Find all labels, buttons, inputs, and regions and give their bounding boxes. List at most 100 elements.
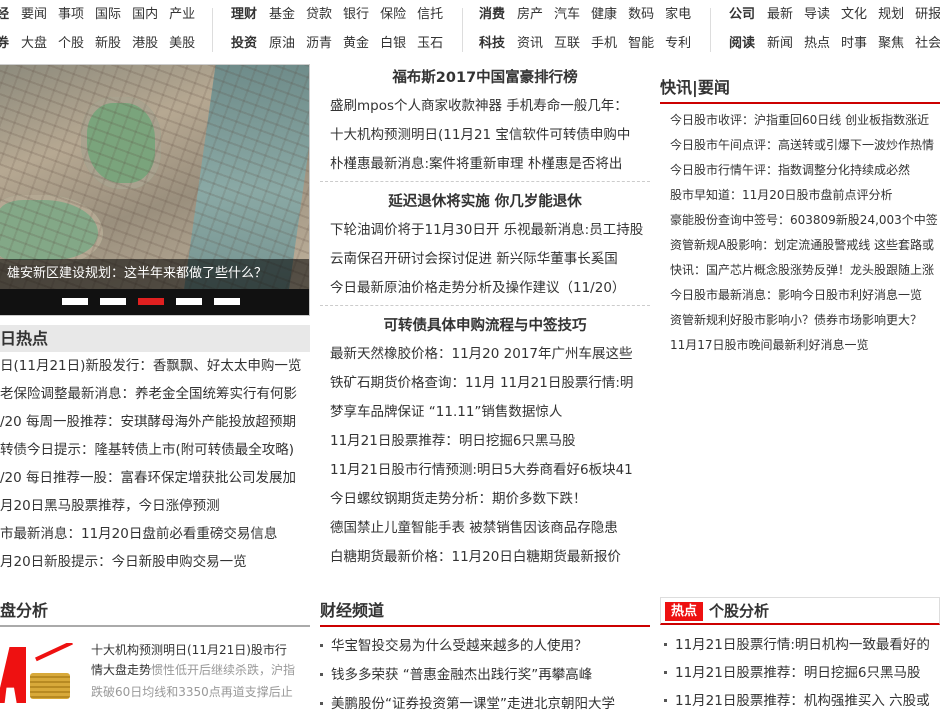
- nav-link[interactable]: 新闻: [767, 30, 793, 58]
- nav-category-label[interactable]: 投资: [231, 30, 257, 58]
- stock-news-item-text[interactable]: 11月21日股票行情:明日机构一致最看好的: [675, 637, 930, 653]
- nav-link[interactable]: 要闻: [21, 1, 47, 29]
- nav-link[interactable]: 信托: [417, 1, 443, 29]
- nav-link[interactable]: 沥青: [306, 30, 332, 58]
- finance-news-item-text[interactable]: 美鹏股份“证券投资第一课堂”走进北京朝阳大学: [331, 696, 615, 712]
- carousel-dot[interactable]: [62, 298, 88, 305]
- headline-item[interactable]: 朴槿惠最新消息:案件将重新审理 朴槿惠是否将出: [320, 150, 650, 179]
- headline-item[interactable]: 今日最新原油价格走势分析及操作建议（11/20）: [320, 274, 650, 303]
- flash-news-item[interactable]: 11月17日股市晚间最新利好消息一览: [670, 333, 940, 358]
- nav-link[interactable]: 房产: [517, 1, 543, 29]
- stock-news-item-text[interactable]: 11月21日股票推荐：明日挖掘6只黑马股: [675, 665, 920, 681]
- nav-link[interactable]: 银行: [343, 1, 369, 29]
- analysis-thumbnail[interactable]: [0, 643, 80, 703]
- nav-link[interactable]: 资讯: [517, 30, 543, 58]
- headline-item[interactable]: 盛刷mpos个人商家收款神器 手机寿命一般几年：: [320, 92, 650, 121]
- headline-title[interactable]: 可转债具体申购流程与中签技巧: [320, 312, 650, 340]
- flash-news-item[interactable]: 资管新规利好股市影响小？债券市场影响更大？: [670, 308, 940, 333]
- hot-news-item[interactable]: 转债今日提示：隆基转债上市(附可转债最全攻略): [0, 436, 310, 464]
- finance-news-item[interactable]: 钱多多荣获 “普惠金融杰出践行奖”再攀高峰: [320, 661, 650, 690]
- flash-news-item[interactable]: 今日股市收评：沪指重回60日线 创业板指数涨近: [670, 108, 940, 133]
- nav-category-label[interactable]: 科技: [479, 30, 505, 58]
- nav-link[interactable]: 白银: [380, 30, 406, 58]
- nav-category-label[interactable]: 券: [0, 30, 9, 58]
- nav-link[interactable]: 导读: [804, 1, 830, 29]
- nav-link[interactable]: 玉石: [417, 30, 443, 58]
- flash-news-item[interactable]: 股市早知道：11月20日股市盘前点评分析: [670, 183, 940, 208]
- analysis-headline[interactable]: 十大机构预测明日(11月21日)股市行: [91, 641, 311, 659]
- finance-news-item[interactable]: 美鹏股份“证券投资第一课堂”走进北京朝阳大学: [320, 690, 650, 719]
- nav-link[interactable]: 保险: [380, 1, 406, 29]
- nav-category-label[interactable]: 理财: [231, 1, 257, 29]
- flash-news-item[interactable]: 资管新规A股影响：划定流通股警戒线 这些套路或: [670, 233, 940, 258]
- carousel-dot[interactable]: [214, 298, 240, 305]
- hot-news-item[interactable]: 月20日新股提示：今日新股申购交易一览: [0, 548, 310, 576]
- nav-link[interactable]: 贷款: [306, 1, 332, 29]
- carousel-caption[interactable]: 雄安新区建设规划：这半年来都做了些什么？: [0, 259, 309, 289]
- nav-link[interactable]: 手机: [591, 30, 617, 58]
- stock-news-item[interactable]: 11月21日股票推荐：明日挖掘6只黑马股: [664, 659, 940, 687]
- headline-item[interactable]: 11月21日股市行情预测:明日5大券商看好6板块41: [320, 456, 650, 485]
- nav-link[interactable]: 文化: [841, 1, 867, 29]
- headline-item[interactable]: 11月21日股票推荐：明日挖掘6只黑马股: [320, 427, 650, 456]
- carousel-dot[interactable]: [100, 298, 126, 305]
- hot-news-item[interactable]: /20 每日推荐一股：富春环保定增获批公司发展加: [0, 464, 310, 492]
- nav-category-label[interactable]: 消费: [479, 1, 505, 29]
- nav-link[interactable]: 规划: [878, 1, 904, 29]
- nav-link[interactable]: 数码: [628, 1, 654, 29]
- nav-link[interactable]: 智能: [628, 30, 654, 58]
- nav-link[interactable]: 热点: [804, 30, 830, 58]
- hot-news-item[interactable]: 老保险调整最新消息：养老金全国统筹实行有何影: [0, 380, 310, 408]
- nav-link[interactable]: 互联: [554, 30, 580, 58]
- nav-link[interactable]: 国际: [95, 1, 121, 29]
- flash-news-item[interactable]: 今日股市行情午评：指数调整分化持续成必然: [670, 158, 940, 183]
- nav-link[interactable]: 大盘: [21, 30, 47, 58]
- nav-link[interactable]: 事项: [58, 1, 84, 29]
- headline-title[interactable]: 延迟退休将实施 你几岁能退休: [320, 188, 650, 216]
- headline-item[interactable]: 最新天然橡胶价格：11月20 2017年广州车展这些: [320, 340, 650, 369]
- carousel-dot[interactable]: [176, 298, 202, 305]
- nav-link[interactable]: 产业: [169, 1, 195, 29]
- nav-link[interactable]: 个股: [58, 30, 84, 58]
- nav-link[interactable]: 新股: [95, 30, 121, 58]
- nav-link[interactable]: 国内: [132, 1, 158, 29]
- headline-item[interactable]: 十大机构预测明日(11月21 宝信软件可转债申购中: [320, 121, 650, 150]
- headline-item[interactable]: 下轮油调价将于11月30日开 乐视最新消息:员工持股: [320, 216, 650, 245]
- nav-link[interactable]: 黄金: [343, 30, 369, 58]
- nav-link[interactable]: 基金: [269, 1, 295, 29]
- flash-news-item[interactable]: 快讯：国产芯片概念股涨势反弹！龙头股跟随上涨: [670, 258, 940, 283]
- news-carousel[interactable]: 雄安新区建设规划：这半年来都做了些什么？: [0, 64, 310, 316]
- nav-category-label[interactable]: 经: [0, 1, 9, 29]
- hot-news-item[interactable]: /20 每周一股推荐：安琪酵母海外产能投放超预期: [0, 408, 310, 436]
- headline-item[interactable]: 白糖期货最新价格：11月20日白糖期货最新报价: [320, 543, 650, 572]
- flash-news-item[interactable]: 豪能股份查询中签号：603809新股24,003个中签: [670, 208, 940, 233]
- headline-item[interactable]: 梦享车品牌保证 “11.11”销售数据惊人: [320, 398, 650, 427]
- headline-item[interactable]: 德国禁止儿童智能手表 被禁销售因该商品存隐患: [320, 514, 650, 543]
- stock-news-item[interactable]: 11月21日股票推荐：机构强推买入 六股或: [664, 687, 940, 715]
- stock-news-item-text[interactable]: 11月21日股票推荐：机构强推买入 六股或: [675, 693, 930, 709]
- hot-news-item[interactable]: 月20日黑马股票推荐，今日涨停预测: [0, 492, 310, 520]
- nav-link[interactable]: 聚焦: [878, 30, 904, 58]
- stock-news-item[interactable]: 11月21日股票行情:明日机构一致最看好的: [664, 631, 940, 659]
- carousel-dot[interactable]: [138, 298, 164, 305]
- nav-link[interactable]: 家电: [665, 1, 691, 29]
- flash-news-item[interactable]: 今日股市午间点评：高送转或引爆下一波炒作热情: [670, 133, 940, 158]
- flash-news-item[interactable]: 今日股市最新消息：影响今日股市利好消息一览: [670, 283, 940, 308]
- hot-news-item[interactable]: 日(11月21日)新股发行：香飘飘、好太太申购一览: [0, 352, 310, 380]
- headline-item[interactable]: 云南保召开研讨会探讨促进 新兴际华董事长奚国: [320, 245, 650, 274]
- nav-link[interactable]: 港股: [132, 30, 158, 58]
- analysis-subheadline[interactable]: 情大盘走势: [91, 663, 151, 677]
- nav-link[interactable]: 时事: [841, 30, 867, 58]
- finance-news-item-text[interactable]: 华宝智投交易为什么受越来越多的人使用？: [331, 638, 588, 654]
- nav-link[interactable]: 研报: [915, 1, 940, 29]
- hot-news-item[interactable]: 市最新消息：11月20日盘前必看重磅交易信息: [0, 520, 310, 548]
- nav-link[interactable]: 专利: [665, 30, 691, 58]
- nav-link[interactable]: 汽车: [554, 1, 580, 29]
- finance-news-item-text[interactable]: 钱多多荣获 “普惠金融杰出践行奖”再攀高峰: [331, 667, 592, 683]
- headline-title[interactable]: 福布斯2017中国富豪排行榜: [320, 64, 650, 92]
- nav-link[interactable]: 健康: [591, 1, 617, 29]
- nav-category-label[interactable]: 阅读: [729, 30, 755, 58]
- nav-link[interactable]: 美股: [169, 30, 195, 58]
- analysis-article[interactable]: 十大机构预测明日(11月21日)股市行 情大盘走势惯性低开后继续杀跌，沪指 跌破…: [91, 641, 311, 703]
- headline-item[interactable]: 今日螺纹钢期货走势分析：期价多数下跌！: [320, 485, 650, 514]
